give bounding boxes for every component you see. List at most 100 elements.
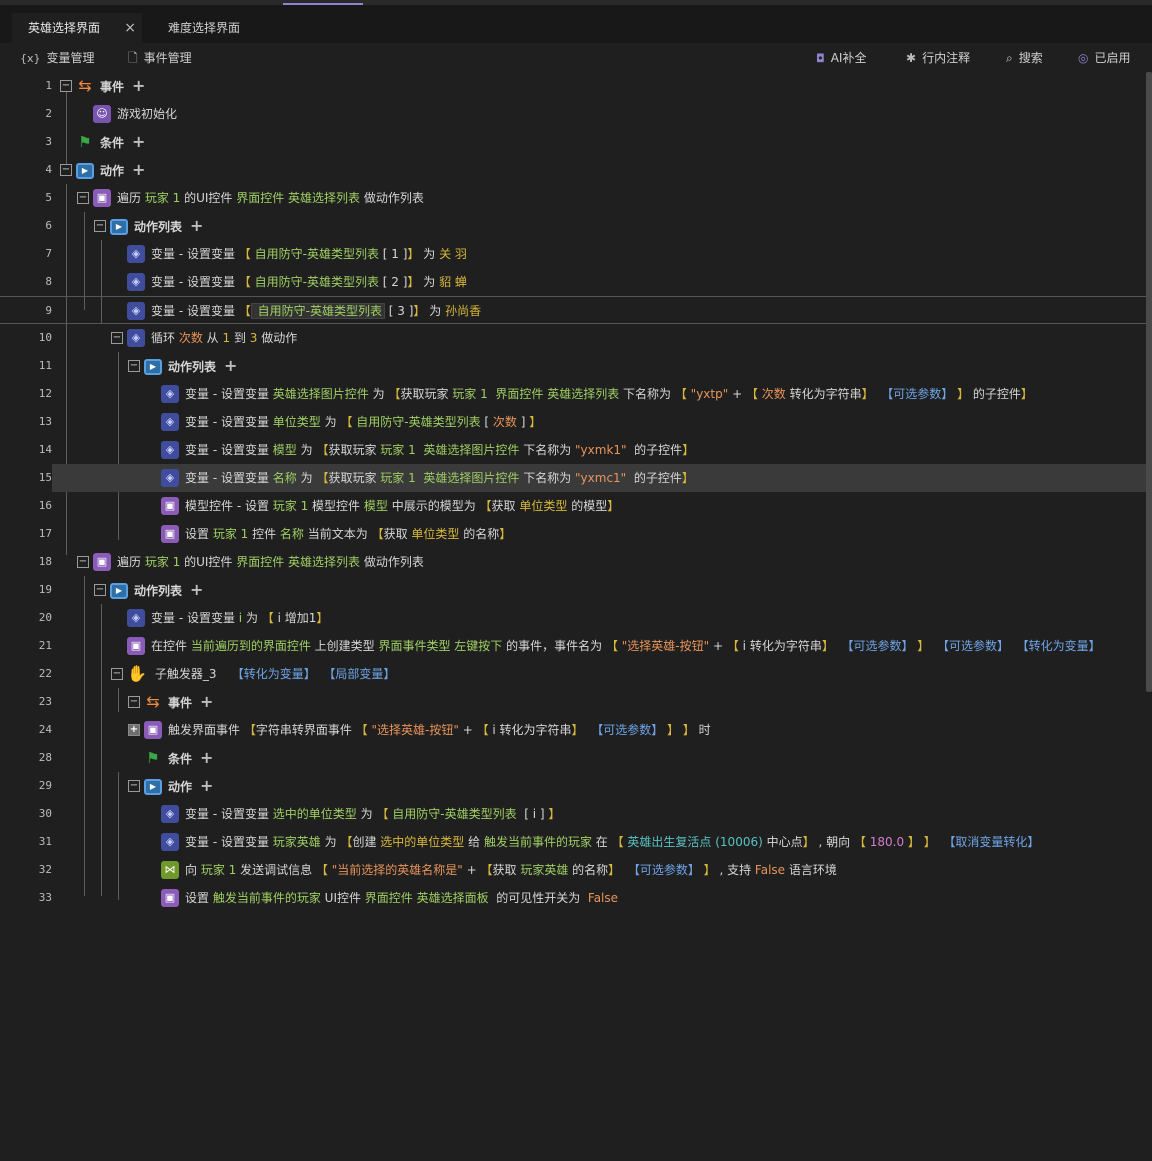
code-row[interactable]: 18 − ▣ 遍历 玩家 1 的UI控件 界面控件 英雄选择列表 做动作列表 (0, 548, 1146, 576)
tab-hero-select[interactable]: 英雄选择界面 × (12, 13, 142, 43)
token: 】 (413, 304, 426, 318)
line-number: 31 (38, 835, 52, 848)
code-row[interactable]: 3 ⚑ 条件 + (0, 128, 1146, 156)
collapse-toggle[interactable]: − (94, 220, 106, 232)
code-row[interactable]: 31 ◈ 变量 - 设置变量 玩家英雄 为 【创建 选中的单位类型 给 触发当前事件… (0, 828, 1146, 856)
row-text[interactable]: 遍历 玩家 1 的UI控件 界面控件 英雄选择列表 做动作列表 (117, 554, 424, 570)
code-row[interactable]: 23 − ⇆ 事件 + (0, 688, 1146, 716)
code-row[interactable]: 19 − ▶ 动作列表 + (0, 576, 1146, 604)
add-icon[interactable]: + (132, 132, 145, 151)
row-text[interactable]: 模型控件 - 设置 玩家 1 模型控件 模型 中展示的模型为 【获取 单位类型 … (185, 498, 619, 514)
event-manager-button[interactable]: 🗋 事件管理 (128, 49, 192, 67)
token: 为 (356, 807, 377, 821)
code-row[interactable]: 1− ⇆ 事件 + (0, 72, 1146, 100)
add-icon[interactable]: + (200, 748, 213, 767)
code-row[interactable]: 10 − ◈ 循环 次数 从 1 到 3 做动作 (0, 324, 1146, 352)
row-text[interactable]: 变量 - 设置变量 名称 为 【获取玩家 玩家 1 英雄选择图片控件 下名称为 … (185, 470, 694, 486)
add-icon[interactable]: + (190, 580, 203, 599)
row-text[interactable]: 设置 触发当前事件的玩家 UI控件 界面控件 英雄选择面板 的可见性开关为 Fa… (185, 890, 618, 906)
code-row[interactable]: 7 ◈ 变量 - 设置变量 【 自用防守-英雄类型列表 [ 1 ]】 为 关 羽 (0, 240, 1146, 268)
variable-action-icon: ◈ (127, 245, 145, 263)
close-icon[interactable]: × (124, 13, 136, 43)
collapse-toggle[interactable]: − (128, 360, 140, 372)
row-text[interactable]: 变量 - 设置变量 i 为 【 i 增加1】 (151, 610, 328, 626)
code-row[interactable]: 11 − ▶ 动作列表 + (0, 352, 1146, 380)
code-row[interactable]: 14 ◈ 变量 - 设置变量 模型 为 【获取玩家 玩家 1 英雄选择图片控件 下名… (0, 436, 1146, 464)
code-row[interactable]: 12 ◈ 变量 - 设置变量 英雄选择图片控件 为 【获取玩家 玩家 1 界面控件 … (0, 380, 1146, 408)
vertical-scrollbar[interactable] (1146, 72, 1152, 692)
code-row[interactable]: 29 − ▶ 动作 + (0, 772, 1146, 800)
enabled-button[interactable]: ◎ 已启用 (1078, 49, 1131, 67)
row-text[interactable]: 向 玩家 1 发送调试信息 【 "当前选择的英雄名称是" + 【获取 玩家英雄 … (185, 862, 837, 878)
collapse-toggle[interactable]: − (111, 332, 123, 344)
row-text[interactable]: 变量 - 设置变量 模型 为 【获取玩家 玩家 1 英雄选择图片控件 下名称为 … (185, 442, 694, 458)
collapse-toggle[interactable]: − (77, 556, 89, 568)
code-row[interactable]: 21 ▣ 在控件 当前遍历到的界面控件 上创建类型 界面事件类型 左键按下 的事件，… (0, 632, 1146, 660)
code-row[interactable]: 33 ▣ 设置 触发当前事件的玩家 UI控件 界面控件 英雄选择面板 的可见性开关为… (0, 884, 1146, 912)
token: + (709, 639, 727, 653)
collapse-toggle[interactable]: − (77, 192, 89, 204)
line-number: 5 (45, 191, 52, 204)
row-text[interactable]: 设置 玩家 1 控件 名称 当前文本为 【获取 单位类型 的名称】 (185, 526, 511, 542)
code-row[interactable]: 5 − ▣ 遍历 玩家 1 的UI控件 界面控件 英雄选择列表 做动作列表 (0, 184, 1146, 212)
row-text[interactable]: 动作 + (168, 776, 213, 795)
collapse-toggle[interactable]: − (94, 584, 106, 596)
variable-action-icon: ◈ (161, 833, 179, 851)
collapse-toggle[interactable]: − (128, 696, 140, 708)
add-icon[interactable]: + (132, 160, 145, 179)
add-icon[interactable]: + (224, 356, 237, 375)
row-text[interactable]: 循环 次数 从 1 到 3 做动作 (151, 330, 297, 346)
row-text[interactable]: 变量 - 设置变量 【 自用防守-英雄类型列表 [ 2 ]】 为 貂 蝉 (151, 274, 467, 290)
code-row[interactable]: 32 ⋈ 向 玩家 1 发送调试信息 【 "当前选择的英雄名称是" + 【获取 玩家… (0, 856, 1146, 884)
code-row[interactable]: 22 − ✋ 子触发器_3 【转化为变量】 【局部变量】 (0, 660, 1146, 688)
row-text[interactable]: 条件 + (168, 748, 213, 767)
collapse-toggle[interactable]: − (128, 780, 140, 792)
row-text[interactable]: 在控件 当前遍历到的界面控件 上创建类型 界面事件类型 左键按下 的事件，事件名… (151, 638, 1101, 654)
add-icon[interactable]: + (200, 692, 213, 711)
code-row[interactable]: 15 ◈ 变量 - 设置变量 名称 为 【获取玩家 玩家 1 英雄选择图片控件 下名… (39, 464, 1152, 492)
row-text[interactable]: 事件 + (100, 76, 145, 95)
code-row[interactable]: 8 ◈ 变量 - 设置变量 【 自用防守-英雄类型列表 [ 2 ]】 为 貂 蝉 (0, 268, 1146, 296)
row-text[interactable]: 变量 - 设置变量 玩家英雄 为 【创建 选中的单位类型 给 触发当前事件的玩家… (185, 834, 1039, 850)
code-row[interactable]: 6 − ▶ 动作列表 + (0, 212, 1146, 240)
line-number: 14 (38, 443, 52, 456)
row-text[interactable]: 变量 - 设置变量 单位类型 为 【 自用防守-英雄类型列表 [ 次数 ] 】 (185, 414, 541, 430)
token: 向 (185, 863, 201, 877)
code-row[interactable]: 16 ▣ 模型控件 - 设置 玩家 1 模型控件 模型 中展示的模型为 【获取 单位… (0, 492, 1146, 520)
code-row[interactable]: 28 ⚑ 条件 + (0, 744, 1146, 772)
ai-complete-button[interactable]: ◘ AI补全 (816, 49, 866, 67)
row-text[interactable]: 触发界面事件 【字符串转界面事件 【 "选择英雄-按钮" + 【 i 转化为字符… (168, 722, 711, 738)
code-row[interactable]: 20 ◈ 变量 - 设置变量 i 为 【 i 增加1】 (0, 604, 1146, 632)
row-text[interactable]: 变量 - 设置变量 【 自用防守-英雄类型列表 [ 1 ]】 为 关 羽 (151, 246, 467, 262)
row-text[interactable]: 事件 + (168, 692, 213, 711)
code-row[interactable]: 30 ◈ 变量 - 设置变量 选中的单位类型 为 【 自用防守-英雄类型列表 [ i… (0, 800, 1146, 828)
code-row[interactable]: 24 + ▣ 触发界面事件 【字符串转界面事件 【 "选择英雄-按钮" + 【 i 转… (0, 716, 1146, 744)
tab-difficulty-select[interactable]: 难度选择界面 (156, 13, 276, 43)
expand-toggle[interactable]: + (128, 724, 140, 736)
row-text[interactable]: 动作列表 + (134, 216, 203, 235)
row-text[interactable]: 游戏初始化 (117, 106, 177, 122)
inline-comment-button[interactable]: ✱ 行内注释 (906, 49, 970, 67)
code-row[interactable]: 4− ▶ 动作 + (0, 156, 1146, 184)
variable-manager-button[interactable]: {x} 变量管理 (20, 49, 95, 67)
row-text[interactable]: 变量 - 设置变量 选中的单位类型 为 【 自用防守-英雄类型列表 [ i ] … (185, 806, 560, 822)
collapse-toggle[interactable]: − (60, 80, 72, 92)
row-text[interactable]: 遍历 玩家 1 的UI控件 界面控件 英雄选择列表 做动作列表 (117, 190, 424, 206)
row-text[interactable]: 动作 + (100, 160, 145, 179)
row-text[interactable]: 动作列表 + (168, 356, 237, 375)
row-text[interactable]: 变量 - 设置变量 【 自用防守-英雄类型列表 [ 3 ]】 为 孙尚香 (151, 303, 481, 319)
add-icon[interactable]: + (132, 76, 145, 95)
collapse-toggle[interactable]: − (60, 164, 72, 176)
code-row[interactable]: 13 ◈ 变量 - 设置变量 单位类型 为 【 自用防守-英雄类型列表 [ 次数 ]… (0, 408, 1146, 436)
row-text[interactable]: 子触发器_3 【转化为变量】 【局部变量】 (151, 666, 396, 682)
row-text[interactable]: 动作列表 + (134, 580, 203, 599)
search-button[interactable]: ⌕ 搜索 (1006, 49, 1043, 67)
add-icon[interactable]: + (200, 776, 213, 795)
add-icon[interactable]: + (190, 216, 203, 235)
row-text[interactable]: 条件 + (100, 132, 145, 151)
code-row[interactable]: 17 ▣ 设置 玩家 1 控件 名称 当前文本为 【获取 单位类型 的名称】 (0, 520, 1146, 548)
collapse-toggle[interactable]: − (111, 668, 123, 680)
code-row[interactable]: 2 ☺ 游戏初始化 (0, 100, 1146, 128)
row-text[interactable]: 变量 - 设置变量 英雄选择图片控件 为 【获取玩家 玩家 1 界面控件 英雄选… (185, 386, 1033, 402)
code-row[interactable]: 9 ◈ 变量 - 设置变量 【 自用防守-英雄类型列表 [ 3 ]】 为 孙尚香 (0, 296, 1146, 324)
